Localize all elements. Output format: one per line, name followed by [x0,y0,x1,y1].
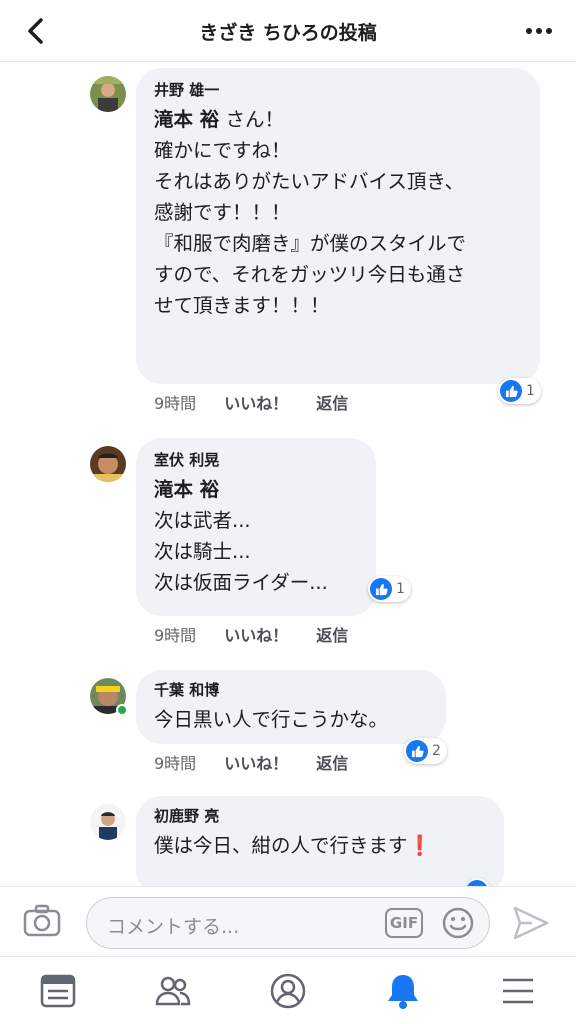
comment-time: 9時間 [154,394,197,413]
comment-input[interactable]: コメントする... GIF [86,897,490,949]
comment-input-placeholder: コメントする... [107,916,240,938]
camera-button[interactable] [22,903,62,939]
like-button[interactable]: いいね！ [224,622,288,646]
mention-link[interactable]: 滝本 裕 [154,108,219,131]
online-status-indicator [116,704,128,716]
comment-text-line: 滝本 裕 [154,474,356,505]
nav-menu[interactable] [498,971,538,1011]
comment-bubble[interactable]: 室伏 利晃 滝本 裕 次は武者... 次は騎士... 次は仮面ライダー... [136,438,376,616]
comment-text-line: 次は武者... [154,509,251,532]
bottom-navigation [0,956,576,1024]
comment-text-line: 確かにですね！ [154,139,291,162]
reaction-summary[interactable]: 2 [404,738,447,764]
comment-text-line: すので、それをガッツリ今日も通さ [154,263,466,286]
comment-author[interactable]: 井野 雄一 [154,80,520,100]
notifications-bell-icon [388,975,418,1009]
more-options-button[interactable] [522,14,556,48]
comment-text-line: 次は仮面ライダー... [154,571,328,594]
send-icon [513,906,549,940]
comment-time: 9時間 [154,754,197,773]
top-bar: きざき ちひろの投稿 [0,0,576,62]
comment-bubble[interactable]: 初鹿野 亮 僕は今日、紺の人で行きます❗ [136,796,504,886]
reaction-count: 1 [396,581,405,597]
nav-notifications[interactable] [383,971,423,1011]
comment-bubble[interactable]: 千葉 和博 今日黒い人で行こうかな。 [136,670,446,744]
news-feed-icon [40,974,76,1008]
profile-icon [270,973,306,1009]
nav-profile[interactable] [268,971,308,1011]
comment-text-line: 『和服で肉磨き』が僕のスタイルで [154,232,467,255]
comment-meta: 9時間 いいね！ 返信 [154,622,376,646]
comment-author[interactable]: 千葉 和博 [154,680,426,700]
like-reaction-icon [370,578,392,600]
reaction-summary[interactable]: 1 [368,576,411,602]
reply-button[interactable]: 返信 [316,750,348,774]
avatar[interactable] [90,76,126,112]
comment-meta: 9時間 いいね！ 返信 [154,390,376,414]
comment-text-line: せて頂きます！！！ [154,294,330,317]
comment-text-line: 次は騎士... [154,540,251,563]
menu-icon [503,978,533,1004]
like-button[interactable]: いいね！ [224,390,288,414]
avatar[interactable] [90,804,126,840]
comment-text-line: 感謝です！！！ [154,201,291,224]
smiley-icon [442,907,474,939]
reply-button[interactable]: 返信 [316,390,348,414]
reaction-count: 1 [526,383,535,399]
camera-icon [23,904,61,937]
comment-text-line: 今日黒い人で行こうかな。 [154,708,389,731]
comment-meta: 9時間 いいね！ 返信 [154,750,376,774]
comment-text-line: それはありがたいアドバイス頂き、 [154,170,465,193]
comment-text: 僕は今日、紺の人で行きます [154,834,408,857]
emoji-button[interactable] [441,906,475,940]
comment-list: 井野 雄一 滝本 裕 さん！ 確かにですね！ それはありがたいアドバイス頂き、 … [0,62,576,886]
like-reaction-icon [500,380,522,402]
comment-author[interactable]: 初鹿野 亮 [154,806,484,826]
page-title: きざき ちひろの投稿 [199,22,377,44]
nav-friends[interactable] [153,971,193,1011]
like-button[interactable]: いいね！ [224,750,288,774]
comment-author[interactable]: 室伏 利晃 [154,450,356,470]
friends-icon [155,976,191,1006]
comment-composer: コメントする... GIF [0,886,576,956]
more-dots-icon [526,28,552,34]
avatar[interactable] [90,446,126,482]
comment-time: 9時間 [154,626,197,645]
nav-news-feed[interactable] [38,971,78,1011]
reaction-count: 2 [432,743,441,759]
reaction-summary[interactable]: 1 [498,378,541,404]
mention-link[interactable]: 滝本 裕 [154,478,219,501]
send-button[interactable] [512,905,550,941]
comment-text-line: 滝本 裕 さん！ [154,104,520,135]
gif-button[interactable]: GIF [385,908,423,938]
like-reaction-icon [406,740,428,762]
comment-text-line: 僕は今日、紺の人で行きます❗ [154,830,484,861]
reply-button[interactable]: 返信 [316,622,348,646]
mention-suffix: さん！ [219,108,284,131]
exclamation-emoji: ❗ [407,834,432,857]
comment-bubble[interactable]: 井野 雄一 滝本 裕 さん！ 確かにですね！ それはありがたいアドバイス頂き、 … [136,68,540,384]
